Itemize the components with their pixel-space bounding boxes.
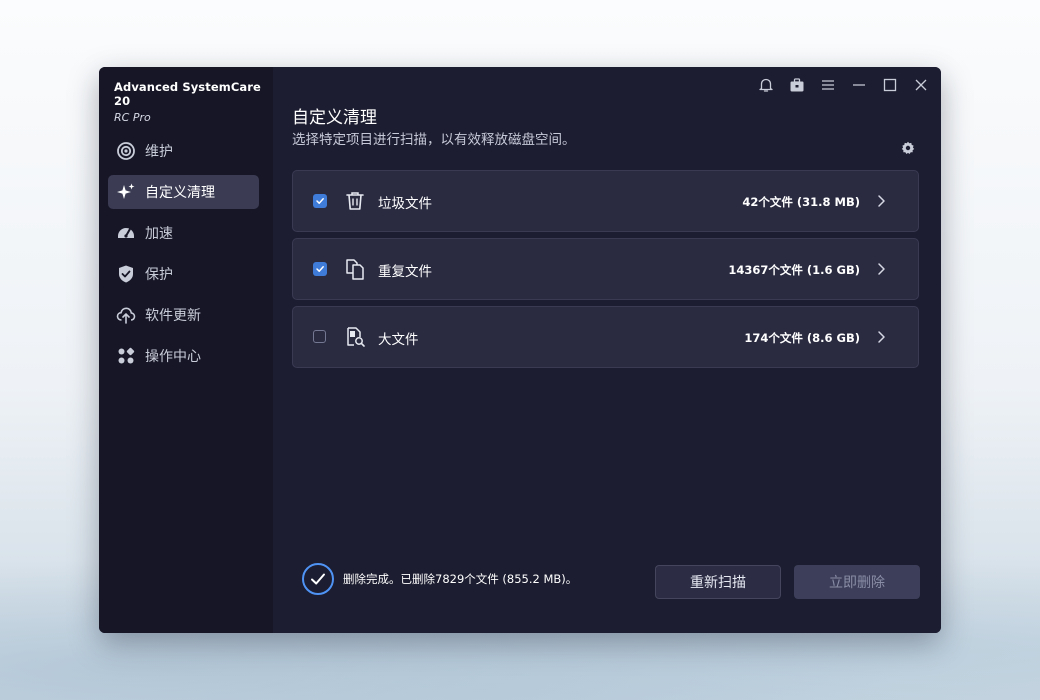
large-file-search-icon xyxy=(343,325,367,349)
duplicate-files-checkbox[interactable] xyxy=(313,262,327,276)
app-name: Advanced SystemCare 20 xyxy=(114,80,261,108)
row-count: 174个文件 (8.6 GB) xyxy=(744,331,860,345)
speedometer-icon xyxy=(116,223,136,243)
sidebar-item-label: 自定义清理 xyxy=(145,185,215,201)
sidebar-item-protect[interactable]: 保护 xyxy=(108,257,259,291)
sidebar-item-action-center[interactable]: 操作中心 xyxy=(108,339,259,373)
sidebar-item-maintain[interactable]: 维护 xyxy=(108,134,259,168)
row-count: 14367个文件 (1.6 GB) xyxy=(728,263,860,277)
maximize-icon[interactable] xyxy=(878,75,902,95)
large-files-checkbox[interactable] xyxy=(313,330,326,343)
close-icon[interactable] xyxy=(909,75,933,95)
row-label: 重复文件 xyxy=(378,264,432,280)
sidebar-item-label: 保护 xyxy=(145,267,173,283)
junk-files-checkbox[interactable] xyxy=(313,194,327,208)
row-label: 大文件 xyxy=(378,332,419,348)
category-row-duplicate-files[interactable]: 重复文件 14367个文件 (1.6 GB) xyxy=(292,238,919,300)
sidebar-item-label: 操作中心 xyxy=(145,349,201,365)
chevron-right-icon[interactable] xyxy=(874,329,888,345)
maintain-icon xyxy=(116,141,136,161)
sidebar-item-label: 维护 xyxy=(145,144,173,160)
title-bar-controls xyxy=(754,75,933,95)
delete-now-button[interactable]: 立即删除 xyxy=(794,565,920,599)
app-edition: RC Pro xyxy=(114,111,151,124)
main-panel: 自定义清理 选择特定项目进行扫描，以有效释放磁盘空间。 垃圾文件 42个文件 (… xyxy=(273,67,941,633)
menu-icon[interactable] xyxy=(816,75,840,95)
category-row-junk-files[interactable]: 垃圾文件 42个文件 (31.8 MB) xyxy=(292,170,919,232)
row-label: 垃圾文件 xyxy=(378,196,432,212)
category-row-large-files[interactable]: 大文件 174个文件 (8.6 GB) xyxy=(292,306,919,368)
app-brand: Advanced SystemCare 20 RC Pro xyxy=(114,80,273,124)
action-center-icon xyxy=(116,346,136,366)
app-window: Advanced SystemCare 20 RC Pro 维护 自定义清理 加… xyxy=(99,67,941,633)
status-text: 删除完成。已删除7829个文件 (855.2 MB)。 xyxy=(343,572,578,586)
sidebar-item-label: 软件更新 xyxy=(145,308,201,324)
chevron-right-icon[interactable] xyxy=(874,193,888,209)
rescan-button[interactable]: 重新扫描 xyxy=(655,565,781,599)
sidebar-item-label: 加速 xyxy=(145,226,173,242)
sidebar-item-speedup[interactable]: 加速 xyxy=(108,216,259,250)
scan-category-list: 垃圾文件 42个文件 (31.8 MB) 重复文件 14367个文件 (1.6 … xyxy=(292,170,919,374)
sparkle-icon xyxy=(116,182,136,202)
sidebar-item-custom-clean[interactable]: 自定义清理 xyxy=(108,175,259,209)
gear-icon[interactable] xyxy=(899,139,917,157)
duplicate-files-icon xyxy=(343,257,367,281)
trash-icon xyxy=(343,189,367,213)
sidebar-item-software-update[interactable]: 软件更新 xyxy=(108,298,259,332)
status-message: 删除完成。已删除7829个文件 (855.2 MB)。 xyxy=(302,563,577,595)
minimize-icon[interactable] xyxy=(847,75,871,95)
toolbox-icon[interactable] xyxy=(785,75,809,95)
sidebar-nav: 维护 自定义清理 加速 保护 软件更新 操作中心 xyxy=(108,134,259,380)
sidebar: Advanced SystemCare 20 RC Pro 维护 自定义清理 加… xyxy=(99,67,273,633)
page-subtitle: 选择特定项目进行扫描，以有效释放磁盘空间。 xyxy=(292,132,576,148)
page-title: 自定义清理 xyxy=(292,108,377,128)
shield-icon xyxy=(116,264,136,284)
cloud-upload-icon xyxy=(116,305,136,325)
bell-icon[interactable] xyxy=(754,75,778,95)
check-circle-icon xyxy=(302,563,334,595)
chevron-right-icon[interactable] xyxy=(874,261,888,277)
row-count: 42个文件 (31.8 MB) xyxy=(742,195,860,209)
